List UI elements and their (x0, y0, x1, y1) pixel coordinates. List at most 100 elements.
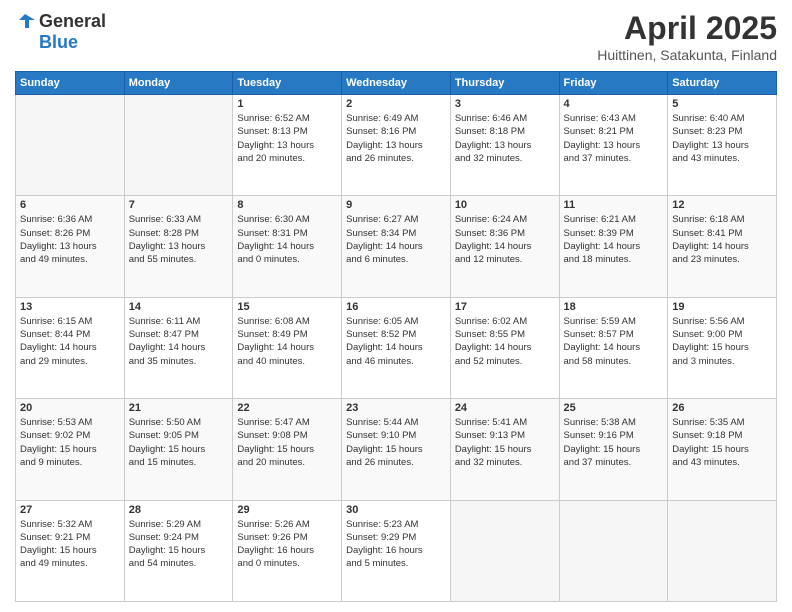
day-info: Sunrise: 6:30 AM Sunset: 8:31 PM Dayligh… (237, 213, 337, 266)
day-cell (450, 500, 559, 601)
day-number: 29 (237, 504, 337, 516)
day-cell: 15 Sunrise: 6:08 AM Sunset: 8:49 PM Dayli… (233, 297, 342, 398)
day-number: 27 (20, 504, 120, 516)
day-info: Sunrise: 6:21 AM Sunset: 8:39 PM Dayligh… (564, 213, 664, 266)
day-info: Sunrise: 5:53 AM Sunset: 9:02 PM Dayligh… (20, 416, 120, 469)
day-info: Sunrise: 5:50 AM Sunset: 9:05 PM Dayligh… (129, 416, 229, 469)
day-number: 30 (346, 504, 446, 516)
day-info: Sunrise: 6:27 AM Sunset: 8:34 PM Dayligh… (346, 213, 446, 266)
day-number: 16 (346, 301, 446, 313)
day-cell: 16 Sunrise: 6:05 AM Sunset: 8:52 PM Dayli… (342, 297, 451, 398)
day-number: 19 (672, 301, 772, 313)
day-number: 22 (237, 402, 337, 414)
day-number: 23 (346, 402, 446, 414)
title-block: April 2025 Huittinen, Satakunta, Finland (597, 10, 777, 63)
day-cell (16, 95, 125, 196)
logo: General Blue (15, 10, 106, 53)
month-year: April 2025 (597, 10, 777, 47)
day-cell (124, 95, 233, 196)
logo-general: General (39, 11, 106, 32)
day-info: Sunrise: 6:36 AM Sunset: 8:26 PM Dayligh… (20, 213, 120, 266)
logo-bird-icon (15, 10, 37, 32)
day-cell: 27 Sunrise: 5:32 AM Sunset: 9:21 PM Dayli… (16, 500, 125, 601)
weekday-header-saturday: Saturday (668, 72, 777, 95)
day-number: 11 (564, 199, 664, 211)
day-info: Sunrise: 5:38 AM Sunset: 9:16 PM Dayligh… (564, 416, 664, 469)
day-info: Sunrise: 5:44 AM Sunset: 9:10 PM Dayligh… (346, 416, 446, 469)
day-info: Sunrise: 5:41 AM Sunset: 9:13 PM Dayligh… (455, 416, 555, 469)
week-row-2: 13 Sunrise: 6:15 AM Sunset: 8:44 PM Dayli… (16, 297, 777, 398)
day-cell: 17 Sunrise: 6:02 AM Sunset: 8:55 PM Dayli… (450, 297, 559, 398)
day-cell: 10 Sunrise: 6:24 AM Sunset: 8:36 PM Dayli… (450, 196, 559, 297)
day-info: Sunrise: 5:29 AM Sunset: 9:24 PM Dayligh… (129, 518, 229, 571)
day-info: Sunrise: 6:11 AM Sunset: 8:47 PM Dayligh… (129, 315, 229, 368)
day-cell: 24 Sunrise: 5:41 AM Sunset: 9:13 PM Dayli… (450, 399, 559, 500)
day-number: 6 (20, 199, 120, 211)
day-number: 4 (564, 98, 664, 110)
day-number: 28 (129, 504, 229, 516)
day-info: Sunrise: 6:52 AM Sunset: 8:13 PM Dayligh… (237, 112, 337, 165)
weekday-header-sunday: Sunday (16, 72, 125, 95)
day-cell: 25 Sunrise: 5:38 AM Sunset: 9:16 PM Dayli… (559, 399, 668, 500)
day-number: 17 (455, 301, 555, 313)
day-number: 2 (346, 98, 446, 110)
day-cell: 13 Sunrise: 6:15 AM Sunset: 8:44 PM Dayli… (16, 297, 125, 398)
weekday-header-monday: Monday (124, 72, 233, 95)
day-cell: 26 Sunrise: 5:35 AM Sunset: 9:18 PM Dayli… (668, 399, 777, 500)
day-cell: 2 Sunrise: 6:49 AM Sunset: 8:16 PM Daylig… (342, 95, 451, 196)
logo-blue: Blue (39, 32, 106, 53)
location: Huittinen, Satakunta, Finland (597, 47, 777, 63)
day-number: 18 (564, 301, 664, 313)
day-info: Sunrise: 5:26 AM Sunset: 9:26 PM Dayligh… (237, 518, 337, 571)
day-cell: 4Sunrise: 6:43 AM Sunset: 8:21 PM Daylig… (559, 95, 668, 196)
day-number: 7 (129, 199, 229, 211)
day-cell: 3 Sunrise: 6:46 AM Sunset: 8:18 PM Daylig… (450, 95, 559, 196)
day-cell (559, 500, 668, 601)
day-info: Sunrise: 5:32 AM Sunset: 9:21 PM Dayligh… (20, 518, 120, 571)
weekday-header-friday: Friday (559, 72, 668, 95)
week-row-4: 27 Sunrise: 5:32 AM Sunset: 9:21 PM Dayli… (16, 500, 777, 601)
day-number: 24 (455, 402, 555, 414)
day-info: Sunrise: 6:05 AM Sunset: 8:52 PM Dayligh… (346, 315, 446, 368)
day-info: Sunrise: 5:23 AM Sunset: 9:29 PM Dayligh… (346, 518, 446, 571)
day-number: 12 (672, 199, 772, 211)
day-number: 14 (129, 301, 229, 313)
day-cell: 14 Sunrise: 6:11 AM Sunset: 8:47 PM Dayli… (124, 297, 233, 398)
day-number: 3 (455, 98, 555, 110)
day-number: 1 (237, 98, 337, 110)
day-number: 10 (455, 199, 555, 211)
day-cell: 12Sunrise: 6:18 AM Sunset: 8:41 PM Dayli… (668, 196, 777, 297)
day-info: Sunrise: 6:46 AM Sunset: 8:18 PM Dayligh… (455, 112, 555, 165)
day-info: Sunrise: 6:24 AM Sunset: 8:36 PM Dayligh… (455, 213, 555, 266)
day-cell: 9 Sunrise: 6:27 AM Sunset: 8:34 PM Daylig… (342, 196, 451, 297)
day-info: Sunrise: 6:33 AM Sunset: 8:28 PM Dayligh… (129, 213, 229, 266)
day-cell: 5Sunrise: 6:40 AM Sunset: 8:23 PM Daylig… (668, 95, 777, 196)
day-cell: 1 Sunrise: 6:52 AM Sunset: 8:13 PM Daylig… (233, 95, 342, 196)
day-number: 13 (20, 301, 120, 313)
day-cell: 6 Sunrise: 6:36 AM Sunset: 8:26 PM Daylig… (16, 196, 125, 297)
day-number: 25 (564, 402, 664, 414)
day-info: Sunrise: 5:35 AM Sunset: 9:18 PM Dayligh… (672, 416, 772, 469)
day-info: Sunrise: 5:59 AM Sunset: 8:57 PM Dayligh… (564, 315, 664, 368)
day-cell: 20Sunrise: 5:53 AM Sunset: 9:02 PM Dayli… (16, 399, 125, 500)
day-number: 15 (237, 301, 337, 313)
day-info: Sunrise: 6:08 AM Sunset: 8:49 PM Dayligh… (237, 315, 337, 368)
page: General Blue April 2025 Huittinen, Satak… (0, 0, 792, 612)
day-cell: 7 Sunrise: 6:33 AM Sunset: 8:28 PM Daylig… (124, 196, 233, 297)
day-number: 9 (346, 199, 446, 211)
day-cell: 19Sunrise: 5:56 AM Sunset: 9:00 PM Dayli… (668, 297, 777, 398)
day-info: Sunrise: 6:49 AM Sunset: 8:16 PM Dayligh… (346, 112, 446, 165)
day-cell: 11 Sunrise: 6:21 AM Sunset: 8:39 PM Dayli… (559, 196, 668, 297)
day-number: 8 (237, 199, 337, 211)
logo-container: General Blue (15, 10, 106, 53)
day-cell: 23 Sunrise: 5:44 AM Sunset: 9:10 PM Dayli… (342, 399, 451, 500)
weekday-header-tuesday: Tuesday (233, 72, 342, 95)
day-info: Sunrise: 6:15 AM Sunset: 8:44 PM Dayligh… (20, 315, 120, 368)
day-cell: 21Sunrise: 5:50 AM Sunset: 9:05 PM Dayli… (124, 399, 233, 500)
calendar-table: SundayMondayTuesdayWednesdayThursdayFrid… (15, 71, 777, 602)
day-number: 5 (672, 98, 772, 110)
day-cell: 30 Sunrise: 5:23 AM Sunset: 9:29 PM Dayli… (342, 500, 451, 601)
day-info: Sunrise: 6:02 AM Sunset: 8:55 PM Dayligh… (455, 315, 555, 368)
day-cell: 29 Sunrise: 5:26 AM Sunset: 9:26 PM Dayli… (233, 500, 342, 601)
day-number: 26 (672, 402, 772, 414)
